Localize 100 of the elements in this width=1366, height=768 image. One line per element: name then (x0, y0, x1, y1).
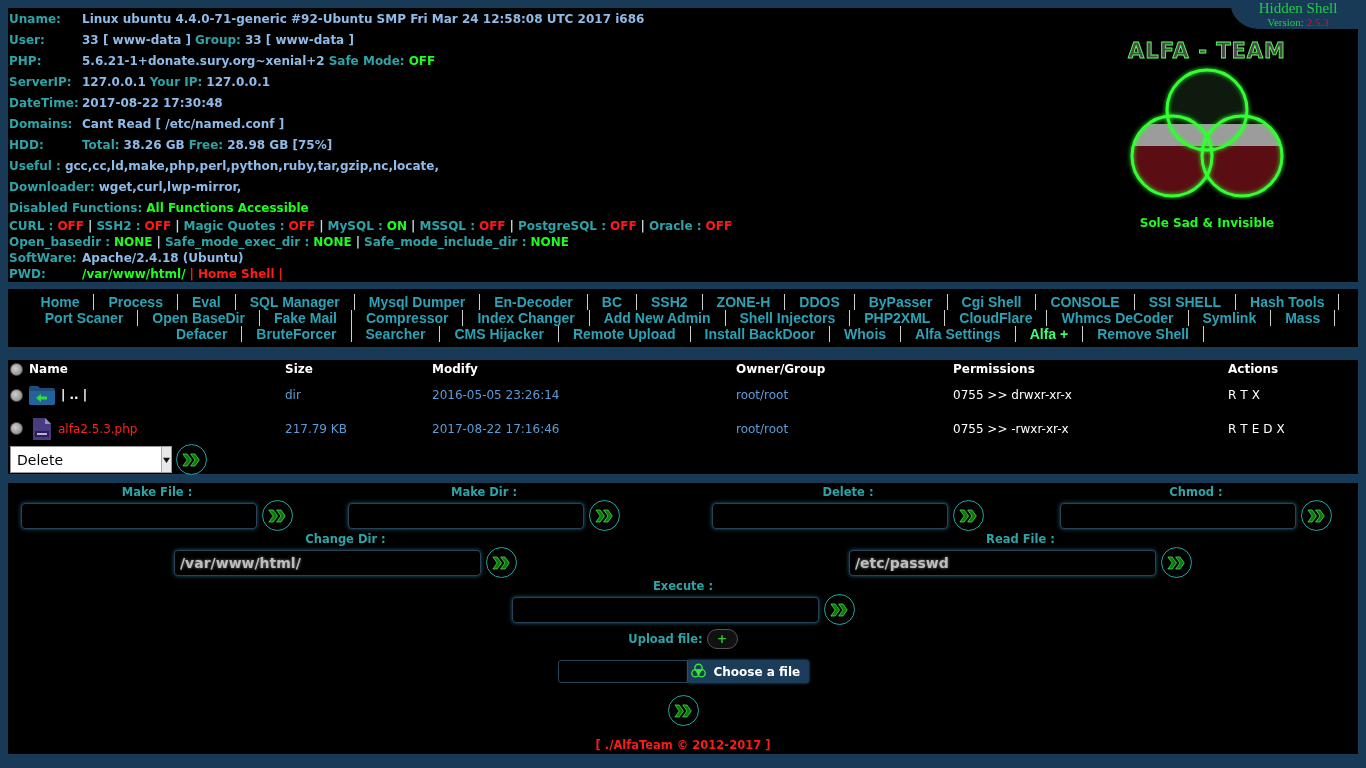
menu-link[interactable]: Mass (1271, 310, 1336, 326)
menu-link[interactable]: Compressor (352, 310, 464, 326)
text-field[interactable]: /etc/passwd (849, 549, 1156, 576)
go-button[interactable] (823, 594, 855, 625)
info-label: Safe_mode_exec_dir : (164, 235, 310, 249)
menu-link[interactable]: ByPasser (854, 294, 948, 310)
file-name-link[interactable]: alfa2.5.3.php (58, 421, 138, 436)
action-link[interactable]: X (1251, 388, 1260, 402)
date-cell-text: 2017-08-22 17:16:46 (432, 421, 561, 436)
menu-link[interactable]: CloudFlare (945, 310, 1048, 326)
file-name-link[interactable]: | .. | (61, 388, 88, 402)
home-link[interactable]: Home Shell (197, 267, 275, 281)
menu-link[interactable]: SSI SHELL (1134, 294, 1237, 310)
text-field[interactable]: /var/www/html/ (174, 549, 481, 576)
menu-link[interactable]: CONSOLE (1036, 294, 1135, 310)
go-button[interactable] (1161, 547, 1192, 578)
menu-link[interactable]: Searcher (351, 326, 441, 342)
menu-link[interactable]: Add New Admin (589, 310, 726, 326)
menu-link[interactable]: DDOS (785, 294, 855, 310)
text-field[interactable] (21, 502, 257, 529)
double-chevron-icon (595, 508, 614, 523)
status-value: OFF (610, 219, 637, 233)
menu-link[interactable]: Whmcs DeCoder (1047, 310, 1189, 326)
info-value: 5.6.21-1+donate.sury.org~xenial+2 (82, 53, 325, 68)
status-value: OFF (144, 219, 172, 233)
menu-link[interactable]: PHP2XML (850, 310, 946, 326)
action-select[interactable]: Delete (10, 446, 172, 473)
double-chevron-icon (268, 508, 287, 523)
go-button[interactable] (262, 500, 293, 531)
menu-link[interactable]: Fake Mail (259, 310, 352, 326)
menu-link[interactable]: Index Changer (463, 310, 590, 326)
row-checkbox[interactable] (10, 422, 23, 435)
menu-link[interactable]: Defacer (162, 326, 243, 342)
upload-label: Upload file: (628, 631, 703, 647)
info-value: 127.0.0.1 (82, 74, 146, 89)
menu-link[interactable]: Process (94, 294, 178, 310)
go-button[interactable] (1301, 500, 1332, 531)
add-button[interactable]: + (706, 629, 738, 649)
separator-mark: | (88, 219, 93, 233)
go-button[interactable] (176, 444, 207, 475)
info-value: 33 [ www-data ] (244, 32, 354, 47)
menu-link[interactable]: Remove Shell (1083, 326, 1204, 342)
status-value: OFF (705, 219, 733, 233)
choose-file-button[interactable]: Choose a file (687, 660, 809, 683)
field-label: Delete : (822, 485, 874, 500)
field-label: Change Dir : (305, 532, 386, 547)
menu-link[interactable]: Symlink (1188, 310, 1272, 326)
menu-link[interactable]: BC (587, 294, 637, 310)
text-field[interactable] (712, 502, 948, 529)
text-field[interactable] (348, 502, 584, 529)
separator-mark: | (156, 235, 161, 249)
go-button[interactable] (486, 547, 517, 578)
info-value: Apache/2.4.18 (Ubuntu) (82, 251, 244, 265)
double-chevron-icon (182, 452, 201, 467)
menu-link[interactable]: Mysql Dumper (354, 294, 481, 310)
select-all-checkbox[interactable] (10, 362, 23, 376)
menu-link[interactable]: Remote Upload (558, 326, 691, 342)
menu-link[interactable]: Install BackDoor (690, 326, 831, 342)
info-label: PHP: (9, 53, 43, 68)
menu-link[interactable]: Eval (177, 294, 236, 310)
menu-link[interactable]: BruteForcer (242, 326, 352, 342)
go-button[interactable] (589, 500, 620, 531)
menu-link[interactable]: Hash Tools (1236, 294, 1340, 310)
action-link[interactable]: E (1251, 421, 1260, 436)
menu-link[interactable]: Port Scaner (30, 310, 139, 326)
menu-link[interactable]: Alfa Settings (901, 326, 1016, 342)
action-link[interactable]: R (1228, 421, 1237, 436)
action-link[interactable]: X (1276, 421, 1285, 436)
go-button[interactable] (667, 695, 699, 726)
version-label: Version: (1267, 16, 1304, 28)
menu-link[interactable]: En-Decoder (480, 294, 588, 310)
menu-link[interactable]: Cgi Shell (947, 294, 1037, 310)
logo-text: ALFA - TEAM (1128, 39, 1286, 63)
action-link[interactable]: T (1240, 421, 1248, 436)
menu-link[interactable]: Shell Injectors (725, 310, 851, 326)
action-link[interactable]: R (1228, 388, 1237, 402)
menu-link[interactable]: SQL Manager (235, 294, 355, 310)
menu-link[interactable]: ZONE-H (702, 294, 786, 310)
text-field[interactable] (1060, 502, 1296, 529)
menu-link[interactable]: Open BaseDir (138, 310, 260, 326)
double-chevron-icon (959, 508, 978, 523)
double-chevron-icon (1307, 508, 1326, 523)
menu-link[interactable]: Whois (830, 326, 902, 342)
row-checkbox[interactable] (10, 388, 23, 402)
path-link[interactable]: /var/www/html/ (82, 267, 186, 281)
info-label: HDD: (9, 137, 45, 152)
text-field[interactable] (511, 596, 819, 623)
info-label: Uname: (9, 11, 62, 26)
go-button[interactable] (953, 500, 984, 531)
double-chevron-icon (829, 602, 849, 617)
info-label: CURL : (9, 219, 54, 233)
action-link[interactable]: D (1263, 421, 1273, 436)
file-name-field[interactable] (557, 660, 688, 683)
menu-link[interactable]: Alfa + (1015, 326, 1084, 342)
info-label: Downloader: (9, 179, 95, 194)
action-link[interactable]: T (1240, 388, 1248, 402)
menu-link[interactable]: Home (26, 294, 95, 310)
separator-mark: | (175, 219, 180, 233)
menu-link[interactable]: CMS Hijacker (440, 326, 559, 342)
menu-link[interactable]: SSH2 (637, 294, 703, 310)
